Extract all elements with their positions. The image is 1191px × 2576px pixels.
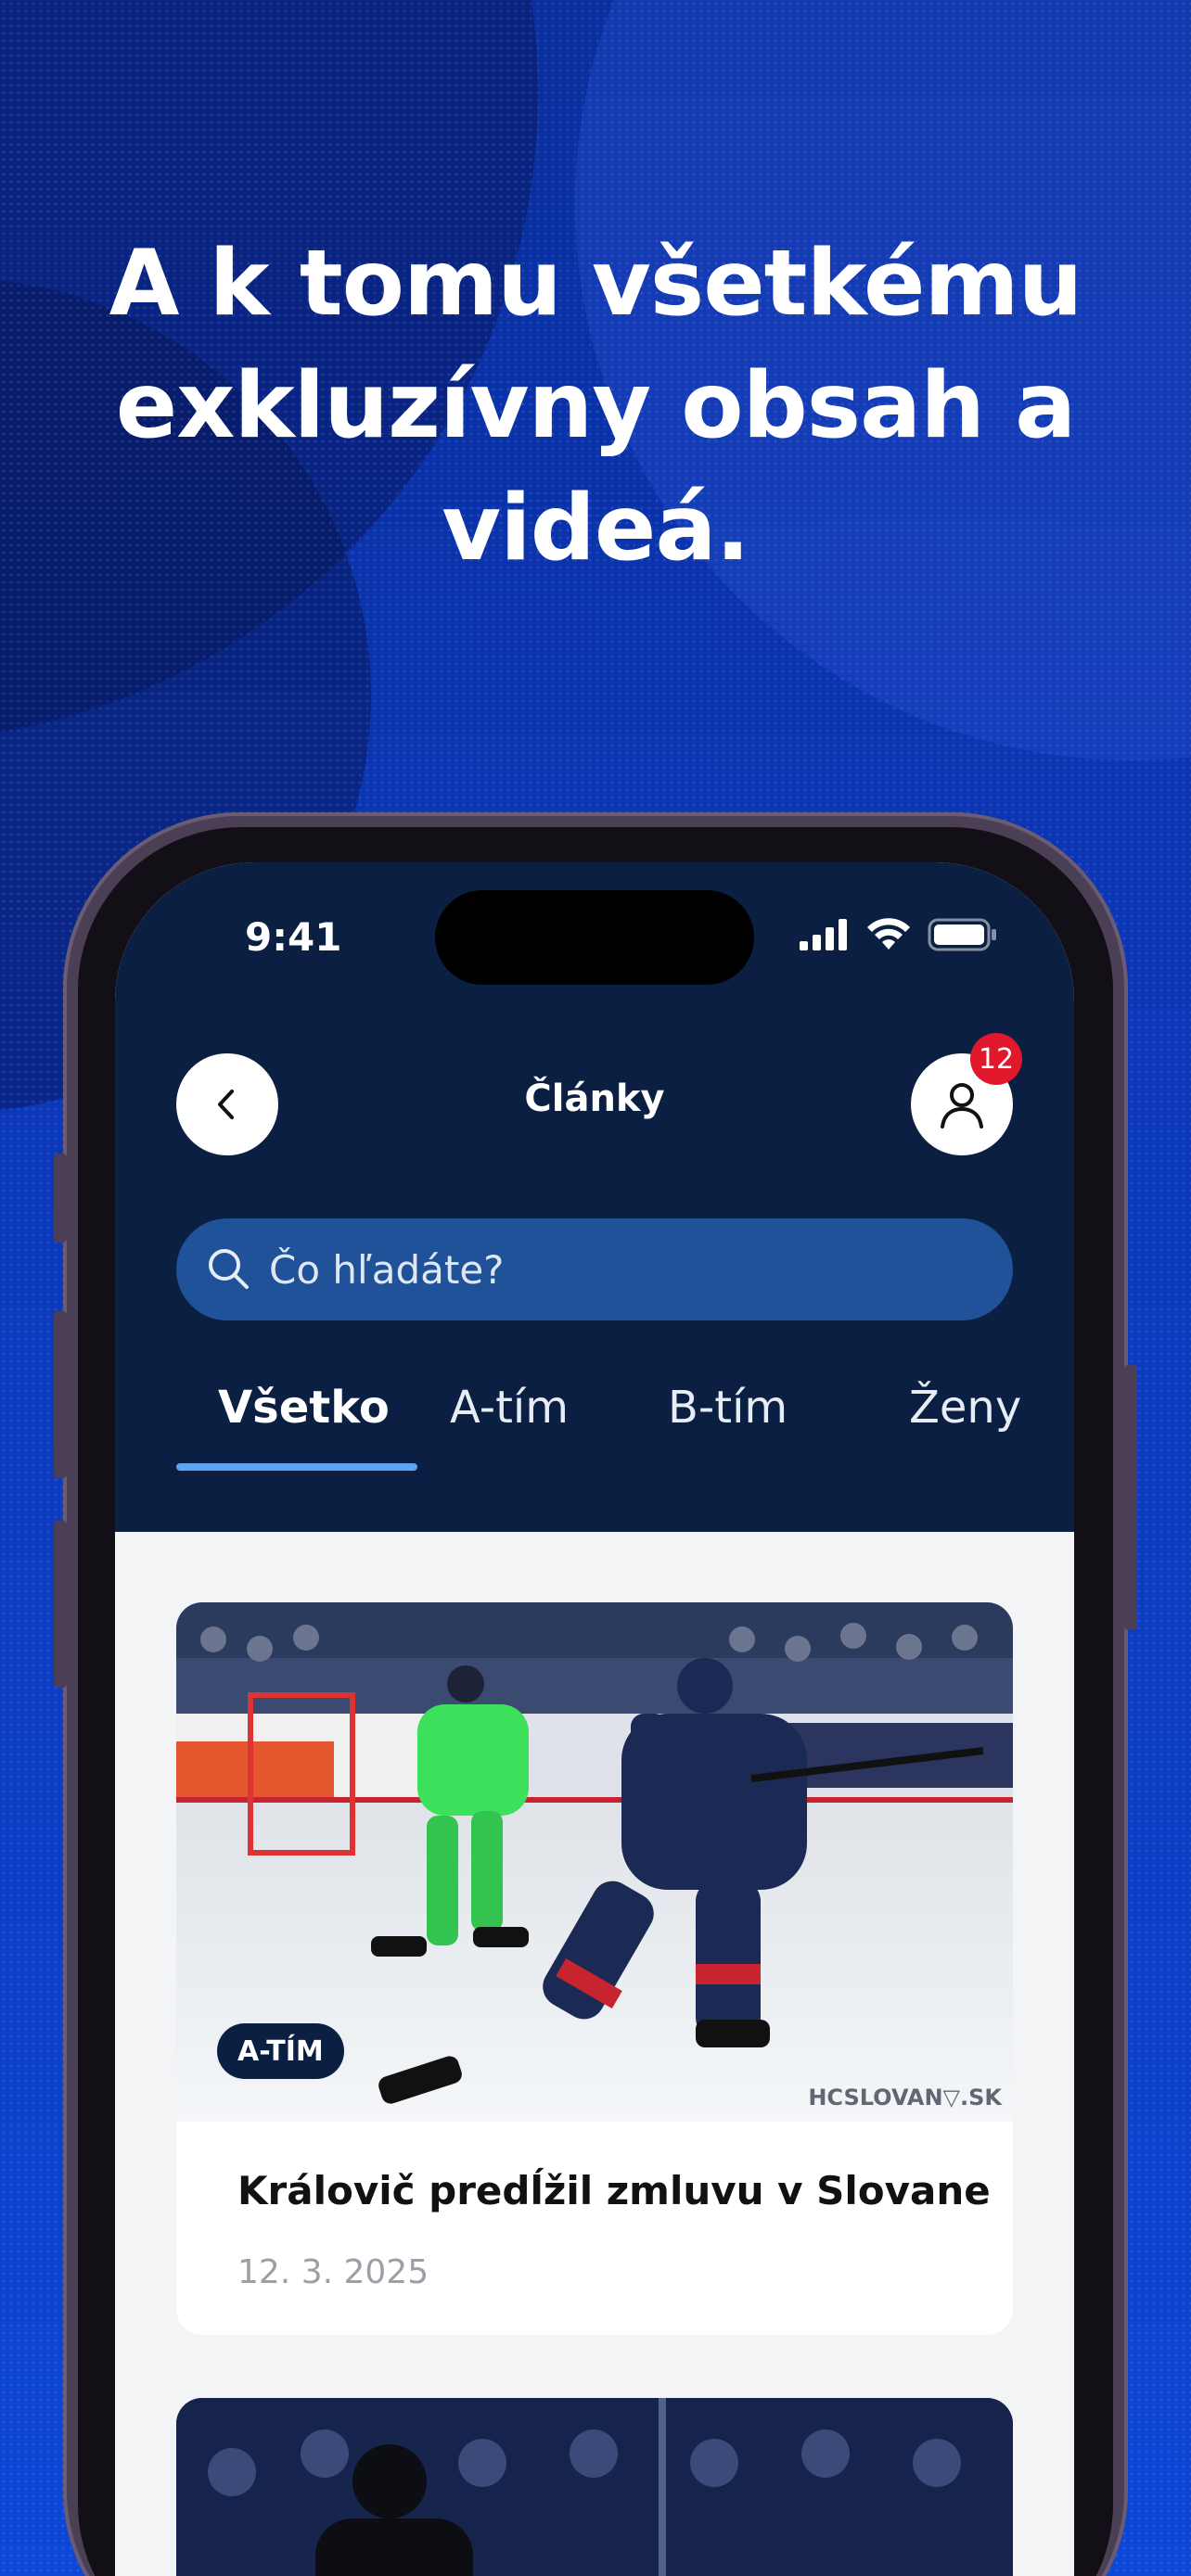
tab-a-tim[interactable]: A-tím [450,1382,569,1434]
category-tag: A-TÍM [217,2023,344,2079]
article-date: 12. 3. 2025 [237,2253,429,2291]
active-tab-indicator [176,1463,417,1471]
dynamic-island [435,890,754,985]
image-watermark: HCSLOVAN▽.SK [808,2085,1002,2111]
tab-b-tim[interactable]: B-tím [668,1382,788,1434]
status-time: 9:41 [245,914,342,960]
phone-side-button [54,1154,67,1243]
battery-icon [928,918,996,951]
tab-vsetko[interactable]: Všetko [218,1382,390,1434]
article-card[interactable] [176,2398,1013,2576]
status-icons [800,918,998,951]
app-header: 9:41 Články 12 Čo hľadáte? Všetko A-tím … [115,862,1074,1532]
phone-side-button [54,1521,67,1688]
article-card[interactable]: A-TÍM HCSLOVAN▽.SK Královič predĺžil zml… [176,1602,1013,2335]
user-icon [941,1083,983,1129]
promo-headline: A k tomu všetkému exkluzívny obsah a vid… [109,231,1083,581]
search-field[interactable]: Čo hľadáte? [176,1218,1013,1320]
phone-side-button [54,1311,67,1478]
phone-side-button [1124,1365,1137,1630]
tab-zeny[interactable]: Ženy [909,1382,1021,1434]
category-tabs: Všetko A-tím B-tím Ženy [176,1382,1074,1463]
wifi-icon [867,918,910,950]
search-placeholder: Čo hľadáte? [269,1246,505,1293]
app-screen: 9:41 Články 12 Čo hľadáte? Všetko A-tím … [115,862,1074,2576]
signal-icon [800,919,847,950]
article-title: Královič predĺžil zmluvu v Slovane [237,2168,991,2213]
profile-button[interactable]: 12 [911,1033,1022,1155]
notification-badge: 12 [970,1033,1022,1085]
article-image [176,2398,1013,2576]
search-icon [209,1249,249,1289]
